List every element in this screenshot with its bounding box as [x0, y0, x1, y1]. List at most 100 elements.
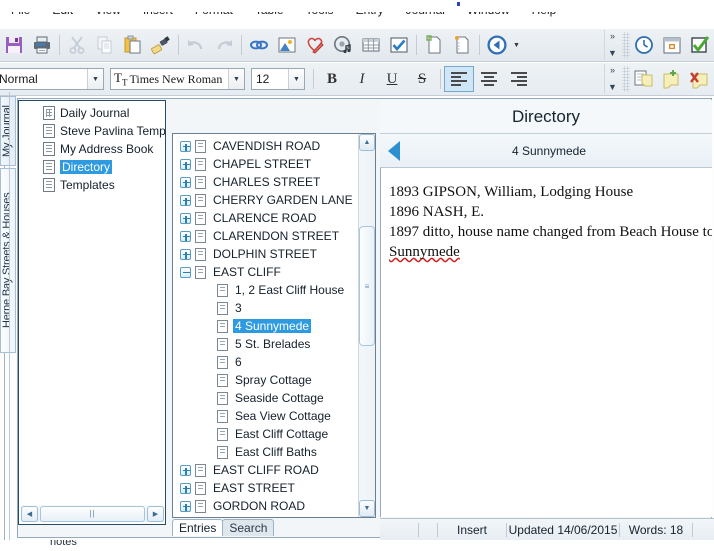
toolbar-overflow-button[interactable]: » ▼ — [604, 30, 620, 60]
notebook-item[interactable]: Templates — [41, 176, 165, 194]
insert-link-button[interactable] — [245, 31, 273, 59]
expand-plus-icon[interactable] — [180, 158, 191, 170]
menu-item-journal[interactable]: Journal — [395, 12, 456, 17]
font-size-combo[interactable]: 12 ▼ — [251, 68, 305, 90]
menu-item-insert[interactable]: Insert — [132, 12, 184, 17]
menu-item-window[interactable]: Window — [456, 12, 521, 17]
scrollbar-thumb[interactable]: || — [40, 505, 145, 522]
expand-plus-icon[interactable] — [180, 230, 191, 242]
expand-plus-icon[interactable] — [180, 176, 191, 188]
entries-tree[interactable]: CAVENDISH ROAD CHAPEL STREET CHARLES STREE… — [173, 134, 358, 517]
tree-node[interactable]: GORDON ROAD — [173, 497, 358, 515]
tree-node[interactable]: Sea View Cottage — [173, 407, 358, 425]
menu-item-file[interactable]: File — [0, 12, 41, 17]
chevron-down-icon[interactable]: ▼ — [288, 69, 304, 89]
scroll-left-arrow-icon[interactable]: ◀ — [21, 505, 38, 522]
toolbar-grip[interactable] — [622, 66, 630, 92]
notebook-item[interactable]: Steve Pavlina Temp — [41, 122, 166, 140]
toolbar-grip[interactable] — [622, 32, 630, 58]
strikethrough-button[interactable]: S — [407, 66, 437, 92]
format-toolbar-overflow-button[interactable]: » ▼ — [604, 64, 620, 94]
menu-item-view[interactable]: View — [84, 12, 132, 17]
notebook-item[interactable]: My Address Book — [41, 140, 165, 158]
menu-item-table[interactable]: Table — [244, 12, 295, 17]
tree-node[interactable]: 3 — [173, 299, 358, 317]
menu-item-entry[interactable]: Entry — [345, 12, 395, 17]
collapse-minus-icon[interactable] — [180, 266, 191, 278]
scrollbar-thumb[interactable]: ≡ — [359, 226, 375, 346]
notebook-item[interactable]: Daily Journal — [41, 104, 165, 122]
tree-node[interactable]: EAST CLIFF ROAD — [173, 461, 358, 479]
font-family-combo[interactable]: TT Times New Roman ▼ — [110, 68, 245, 90]
notebook-horizontal-scrollbar[interactable]: ◀ || ▶ — [21, 505, 164, 522]
tree-node[interactable]: Spray Cottage — [173, 371, 358, 389]
calendar-button[interactable] — [658, 31, 686, 59]
menu-items[interactable]: FileEditViewInsertFormatTableToolsEntryJ… — [0, 12, 567, 17]
tree-node[interactable]: 4 Sunnymede — [173, 317, 358, 335]
back-button[interactable] — [483, 31, 511, 59]
paragraph-style-combo[interactable]: Normal ▼ — [0, 68, 104, 90]
tree-vertical-scrollbar[interactable]: ▲ ≡ ▼ — [358, 134, 375, 517]
paste-button[interactable] — [119, 31, 147, 59]
bold-button[interactable]: B — [317, 66, 347, 92]
tree-node[interactable]: 5 St. Brelades — [173, 335, 358, 353]
underline-button[interactable]: U — [377, 66, 407, 92]
chevron-down-icon[interactable]: ▼ — [87, 69, 103, 89]
save-button[interactable] — [0, 31, 28, 59]
tree-node[interactable]: CHAPEL STREET — [173, 155, 358, 173]
tree-node[interactable]: EAST CLIFF — [173, 263, 358, 281]
tree-tab-entries[interactable]: Entries — [172, 519, 224, 536]
tree-node[interactable]: East Cliff Cottage — [173, 425, 358, 443]
format-painter-button[interactable] — [147, 31, 175, 59]
tree-panel-tabs[interactable]: Entries Search — [172, 518, 376, 536]
task-button[interactable] — [686, 31, 714, 59]
tree-node[interactable]: CHARLES STREET — [173, 173, 358, 191]
expand-plus-icon[interactable] — [180, 464, 191, 476]
expand-plus-icon[interactable] — [180, 140, 191, 152]
expand-plus-icon[interactable] — [180, 500, 191, 512]
new-note-button[interactable] — [658, 65, 686, 93]
notebook-item[interactable]: Directory — [41, 158, 165, 176]
entry-text-editor[interactable]: 1893 GIPSON, William, Lodging House 1896 … — [380, 168, 712, 517]
copy-note-button[interactable] — [630, 65, 658, 93]
expand-plus-icon[interactable] — [180, 248, 191, 260]
italic-button[interactable]: I — [347, 66, 377, 92]
insert-picture-button[interactable] — [273, 31, 301, 59]
menu-item-help[interactable]: Help — [521, 12, 568, 17]
side-tab-my-journal[interactable]: My Journal — [0, 96, 16, 166]
tree-node[interactable]: CHERRY GARDEN LANE — [173, 191, 358, 209]
tree-node[interactable]: DOLPHIN STREET — [173, 245, 358, 263]
align-left-button[interactable] — [444, 66, 474, 92]
chevron-down-icon[interactable]: ▼ — [228, 69, 244, 89]
tree-node[interactable]: 6 — [173, 353, 358, 371]
new-entry-button[interactable] — [420, 31, 448, 59]
tree-node[interactable]: 1, 2 East Cliff House — [173, 281, 358, 299]
delete-note-button[interactable] — [686, 65, 714, 93]
align-right-button[interactable] — [504, 66, 534, 92]
spell-check-button[interactable] — [385, 31, 413, 59]
menu-item-edit[interactable]: Edit — [41, 12, 84, 17]
insert-media-button[interactable] — [329, 31, 357, 59]
align-center-button[interactable] — [474, 66, 504, 92]
tree-tab-search[interactable]: Search — [222, 519, 275, 536]
tree-node[interactable]: CAVENDISH ROAD — [173, 137, 358, 155]
tree-node[interactable]: CLARENCE ROAD — [173, 209, 358, 227]
scroll-up-arrow-icon[interactable]: ▲ — [359, 134, 375, 151]
back-dropdown-arrow[interactable]: ▼ — [513, 42, 520, 49]
tree-node[interactable]: EAST STREET — [173, 479, 358, 497]
notebook-list[interactable]: Daily Journal Steve Pavlina Temp My Addres… — [19, 101, 166, 194]
tree-node[interactable]: CLARENDON STREET — [173, 227, 358, 245]
expand-plus-icon[interactable] — [180, 194, 191, 206]
scroll-right-arrow-icon[interactable]: ▶ — [147, 505, 164, 522]
previous-entry-arrow-icon[interactable] — [388, 140, 400, 161]
scroll-down-arrow-icon[interactable]: ▼ — [359, 500, 375, 517]
tree-node[interactable]: Seaside Cottage — [173, 389, 358, 407]
insert-table-button[interactable] — [357, 31, 385, 59]
expand-plus-icon[interactable] — [180, 212, 191, 224]
expand-plus-icon[interactable] — [180, 482, 191, 494]
side-tab-herne-bay-streets-houses[interactable]: Herne Bay Streets & Houses — [0, 168, 16, 353]
insert-drawing-button[interactable] — [301, 31, 329, 59]
clock-button[interactable] — [630, 31, 658, 59]
menu-item-tools[interactable]: Tools — [295, 12, 345, 17]
new-from-template-button[interactable] — [448, 31, 476, 59]
